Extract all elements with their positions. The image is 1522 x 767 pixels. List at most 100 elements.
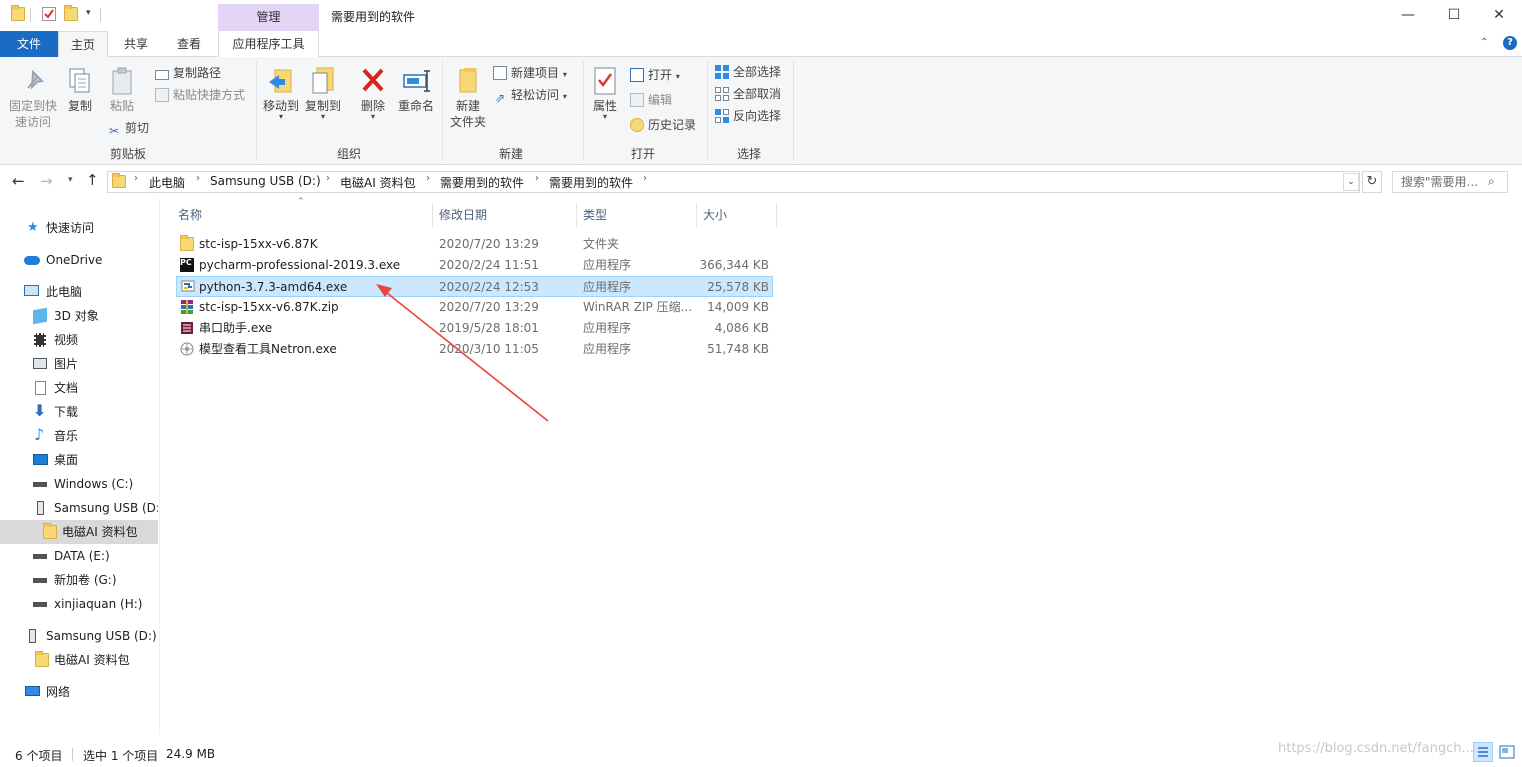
file-row[interactable]: stc-isp-15xx-v6.87K 2020/7/20 13:29 文件夹 bbox=[176, 234, 773, 255]
paste-button[interactable]: 粘贴 bbox=[104, 66, 140, 114]
breadcrumb-separator-icon[interactable]: › bbox=[134, 173, 138, 184]
nav-drive-e[interactable]: DATA (E:) bbox=[0, 544, 158, 568]
column-separator[interactable] bbox=[776, 203, 777, 227]
nav-downloads[interactable]: ⬇ 下载 bbox=[0, 400, 158, 424]
pane-divider bbox=[159, 198, 160, 735]
paste-label: 粘贴 bbox=[109, 99, 134, 113]
new-item-button[interactable]: 新建项目 ▾ bbox=[493, 63, 567, 83]
breadcrumb-software-2[interactable]: 需要用到的软件 bbox=[549, 174, 633, 191]
drive-icon bbox=[33, 482, 47, 487]
breadcrumb-this-pc[interactable]: 此电脑 bbox=[149, 174, 185, 191]
maximize-button[interactable]: ☐ bbox=[1431, 0, 1477, 31]
divider bbox=[72, 748, 73, 761]
invert-selection-button[interactable]: 反向选择 bbox=[715, 106, 781, 126]
nav-pictures[interactable]: 图片 bbox=[0, 352, 158, 376]
properties-quick-icon[interactable] bbox=[42, 7, 56, 21]
collapse-ribbon-icon[interactable]: ⌃ bbox=[1480, 37, 1488, 48]
breadcrumb-software-1[interactable]: 需要用到的软件 bbox=[440, 174, 524, 191]
file-name: 模型查看工具Netron.exe bbox=[199, 342, 337, 356]
paste-shortcut-button[interactable]: 粘贴快捷方式 bbox=[155, 85, 245, 105]
breadcrumb-separator-icon[interactable]: › bbox=[643, 173, 647, 184]
select-none-label: 全部取消 bbox=[733, 87, 782, 101]
select-all-button[interactable]: 全部选择 bbox=[715, 62, 781, 82]
copy-path-button[interactable]: 复制路径 bbox=[155, 63, 221, 83]
properties-button[interactable]: 属性 ▾ bbox=[588, 66, 622, 121]
details-view-icon[interactable] bbox=[1473, 742, 1493, 762]
cloud-icon bbox=[24, 256, 40, 265]
column-header-type[interactable]: 类型 bbox=[583, 206, 607, 223]
back-arrow-icon[interactable]: ← bbox=[12, 172, 25, 190]
history-button[interactable]: 历史记录 bbox=[630, 115, 696, 135]
pin-to-quick-access-button[interactable]: 固定到快 速访问 bbox=[6, 66, 60, 130]
new-folder-button[interactable]: 新建 文件夹 bbox=[448, 66, 488, 130]
address-history-dropdown-icon[interactable]: ⌄ bbox=[1343, 173, 1359, 191]
close-button[interactable]: ✕ bbox=[1476, 0, 1522, 31]
tab-file[interactable]: 文件 bbox=[0, 31, 58, 57]
tab-app-tools[interactable]: 应用程序工具 bbox=[218, 31, 319, 57]
nav-drive-d[interactable]: Samsung USB (D:) bbox=[0, 496, 158, 520]
rename-label: 重命名 bbox=[397, 99, 434, 113]
column-header-name[interactable]: 名称 bbox=[178, 206, 202, 223]
edit-label: 编辑 bbox=[648, 93, 673, 107]
edit-button[interactable]: 编辑 bbox=[630, 90, 672, 110]
nav-documents[interactable]: 文档 bbox=[0, 376, 158, 400]
copy-button[interactable]: 复制 bbox=[64, 66, 96, 114]
large-icons-view-icon[interactable] bbox=[1498, 743, 1516, 761]
nav-label: OneDrive bbox=[46, 253, 103, 267]
nav-videos[interactable]: 视频 bbox=[0, 328, 158, 352]
customize-toolbar-icon[interactable]: ▾ bbox=[86, 8, 91, 18]
column-separator[interactable] bbox=[432, 203, 433, 227]
column-header-date[interactable]: 修改日期 bbox=[439, 206, 487, 223]
rename-icon bbox=[403, 70, 430, 92]
nav-3d-objects[interactable]: 3D 对象 bbox=[0, 304, 158, 328]
nav-usb-ai-package[interactable]: 电磁AI 资料包 bbox=[0, 648, 158, 672]
breadcrumb-separator-icon[interactable]: › bbox=[535, 173, 539, 184]
properties-icon bbox=[594, 67, 616, 95]
nav-desktop[interactable]: 桌面 bbox=[0, 448, 158, 472]
breadcrumb-separator-icon[interactable]: › bbox=[426, 173, 430, 184]
usb-drive-icon bbox=[37, 501, 44, 515]
open-button[interactable]: 打开 ▾ bbox=[630, 65, 680, 85]
easy-access-button[interactable]: ⇗ 轻松访问 ▾ bbox=[493, 85, 567, 105]
breadcrumb-ai-package[interactable]: 电磁AI 资料包 bbox=[340, 174, 416, 191]
nav-ai-package[interactable]: 电磁AI 资料包 bbox=[0, 520, 158, 544]
cut-button[interactable]: ✂ 剪切 bbox=[107, 118, 149, 138]
breadcrumb-samsung-usb[interactable]: Samsung USB (D:) bbox=[210, 174, 321, 188]
forward-arrow-icon[interactable]: → bbox=[40, 172, 53, 190]
nav-quick-access[interactable]: ★ 快速访问 bbox=[0, 216, 158, 240]
tab-view[interactable]: 查看 bbox=[167, 31, 211, 57]
nav-label: 视频 bbox=[54, 333, 79, 347]
nav-drive-g[interactable]: 新加卷 (G:) bbox=[0, 568, 158, 592]
column-header-size[interactable]: 大小 bbox=[703, 206, 727, 223]
move-to-button[interactable]: 移动到 ▾ bbox=[262, 66, 300, 121]
breadcrumb-separator-icon[interactable]: › bbox=[196, 173, 200, 184]
group-label-new: 新建 bbox=[498, 147, 523, 161]
nav-label: 下载 bbox=[54, 405, 79, 419]
tab-share[interactable]: 共享 bbox=[113, 31, 159, 57]
new-folder-quick-icon[interactable] bbox=[64, 5, 78, 21]
column-separator[interactable] bbox=[696, 203, 697, 227]
nav-drive-c[interactable]: Windows (C:) bbox=[0, 472, 158, 496]
delete-button[interactable]: 删除 ▾ bbox=[356, 66, 390, 121]
sort-ascending-icon: ⌃ bbox=[297, 197, 305, 207]
select-none-button[interactable]: 全部取消 bbox=[715, 84, 781, 104]
up-arrow-icon[interactable]: ↑ bbox=[86, 171, 99, 189]
column-separator[interactable] bbox=[576, 203, 577, 227]
tab-home[interactable]: 主页 bbox=[58, 31, 108, 58]
recent-locations-chevron-icon[interactable]: ▾ bbox=[68, 175, 73, 185]
nav-samsung-usb[interactable]: Samsung USB (D:) bbox=[0, 624, 158, 648]
copy-to-button[interactable]: 复制到 ▾ bbox=[304, 66, 342, 121]
nav-network[interactable]: 网络 bbox=[0, 680, 158, 704]
file-row[interactable]: PC pycharm-professional-2019.3.exe 2020/… bbox=[176, 255, 773, 276]
breadcrumb-separator-icon[interactable]: › bbox=[326, 173, 330, 184]
search-icon[interactable]: ⌕ bbox=[1488, 174, 1495, 189]
refresh-icon[interactable]: ↻ bbox=[1362, 171, 1382, 193]
rename-button[interactable]: 重命名 bbox=[396, 66, 436, 114]
nav-onedrive[interactable]: OneDrive bbox=[0, 248, 158, 272]
minimize-button[interactable]: — bbox=[1385, 0, 1431, 31]
help-icon[interactable]: ? bbox=[1503, 36, 1517, 50]
nav-music[interactable]: ♪ 音乐 bbox=[0, 424, 158, 448]
context-tab-manage[interactable]: 管理 bbox=[218, 4, 319, 31]
nav-drive-h[interactable]: xinjiaquan (H:) bbox=[0, 592, 158, 616]
nav-this-pc[interactable]: 此电脑 bbox=[0, 280, 158, 304]
